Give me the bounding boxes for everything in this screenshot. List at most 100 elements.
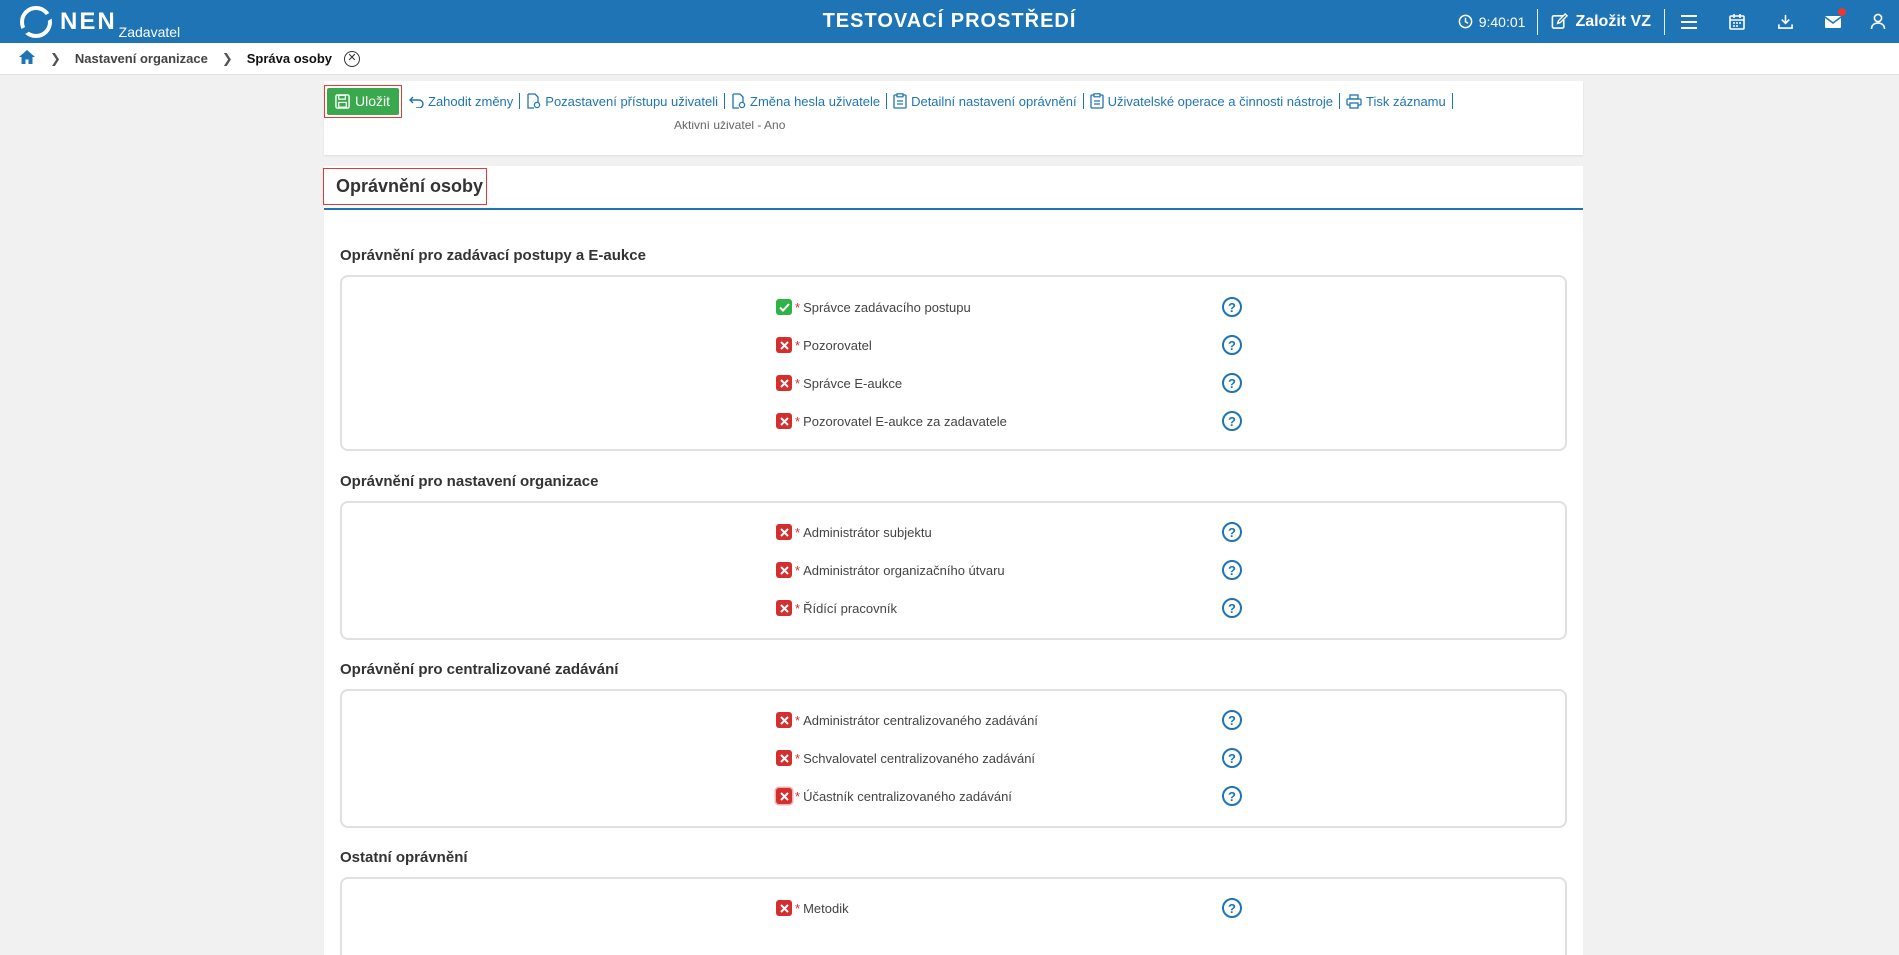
- permission-label: * Administrátor centralizovaného zadávání: [795, 713, 1038, 728]
- required-marker: *: [795, 713, 801, 728]
- user-button[interactable]: [1857, 0, 1899, 43]
- breadcrumb-item-organization-settings[interactable]: Nastavení organizace: [75, 51, 208, 66]
- detailed-permissions-link[interactable]: Detailní nastavení oprávnění: [887, 93, 1083, 109]
- required-marker: *: [795, 414, 801, 429]
- help-icon[interactable]: ?: [1222, 335, 1242, 355]
- permission-row: * Schvalovatel centralizovaného zadávání …: [342, 748, 1565, 768]
- permission-group-other: * Metodik ?: [340, 877, 1567, 955]
- required-marker: *: [795, 601, 801, 616]
- help-icon[interactable]: ?: [1222, 560, 1242, 580]
- help-icon[interactable]: ?: [1222, 898, 1242, 918]
- floppy-disk-icon: [335, 93, 350, 109]
- denied-cross-icon[interactable]: [776, 788, 792, 804]
- permission-row: * Správce zadávacího postupu ?: [342, 297, 1565, 317]
- section-title-other: Ostatní oprávnění: [340, 849, 468, 866]
- permission-label: * Administrátor organizačního útvaru: [795, 563, 1005, 578]
- section-title-centralized: Oprávnění pro centralizované zadávání: [340, 661, 619, 678]
- breadcrumb-current: Správa osoby: [246, 51, 333, 66]
- document-settings-icon: [732, 93, 746, 109]
- permission-row: * Řídící pracovník ?: [342, 598, 1565, 618]
- denied-cross-icon[interactable]: [776, 562, 792, 578]
- save-button-highlight: Uložit: [324, 84, 403, 118]
- help-icon[interactable]: ?: [1222, 373, 1242, 393]
- denied-cross-icon[interactable]: [776, 524, 792, 540]
- permission-label: * Řídící pracovník: [795, 601, 897, 616]
- menu-icon: [1681, 14, 1697, 29]
- save-button[interactable]: Uložit: [327, 87, 400, 115]
- home-icon: [19, 50, 35, 64]
- permission-label: * Metodik: [795, 901, 849, 916]
- suspend-access-link[interactable]: Pozastavení přístupu uživateli: [520, 93, 724, 109]
- permission-group-centralized: * Administrátor centralizovaného zadávání…: [340, 689, 1567, 828]
- required-marker: *: [795, 376, 801, 391]
- panel-header: Oprávnění osoby: [323, 166, 1583, 210]
- denied-cross-icon[interactable]: [776, 900, 792, 916]
- permission-row: * Účastník centralizovaného zadávání ?: [342, 786, 1565, 806]
- breadcrumb: ❯ Nastavení organizace ❯ Správa osoby ✕: [0, 43, 1899, 75]
- permission-label: * Správce E-aukce: [795, 376, 903, 391]
- close-tab-icon[interactable]: ✕: [344, 50, 361, 67]
- menu-button[interactable]: [1665, 0, 1713, 43]
- download-icon: [1777, 14, 1793, 29]
- clipboard-icon: [1089, 93, 1104, 109]
- chevron-right-icon: ❯: [50, 50, 61, 66]
- permissions-panel: Oprávnění osoby Oprávnění pro zadávací p…: [323, 166, 1583, 955]
- create-vz-label: Založit VZ: [1575, 12, 1651, 30]
- download-button[interactable]: [1761, 0, 1809, 43]
- clipboard-icon: [893, 93, 907, 109]
- logo-ring-icon: [20, 6, 52, 38]
- user-icon: [1870, 13, 1886, 30]
- messages-button[interactable]: [1809, 0, 1857, 43]
- denied-cross-icon[interactable]: [776, 712, 792, 728]
- home-button[interactable]: [18, 49, 36, 68]
- required-marker: *: [795, 338, 801, 353]
- denied-cross-icon[interactable]: [776, 337, 792, 353]
- nen-logo[interactable]: NEN Zadavatel: [20, 4, 180, 40]
- help-icon[interactable]: ?: [1222, 710, 1242, 730]
- print-record-link[interactable]: Tisk záznamu: [1340, 94, 1452, 109]
- save-button-label: Uložit: [355, 93, 391, 109]
- denied-cross-icon[interactable]: [776, 600, 792, 616]
- required-marker: *: [795, 751, 801, 766]
- user-operations-label: Uživatelské operace a činnosti nástroje: [1107, 93, 1334, 109]
- permission-row: * Administrátor centralizovaného zadávání…: [342, 710, 1565, 730]
- help-icon[interactable]: ?: [1222, 522, 1242, 542]
- edit-icon: [1552, 13, 1569, 29]
- help-icon[interactable]: ?: [1222, 786, 1242, 806]
- permission-row: * Metodik ?: [342, 898, 1565, 918]
- permission-label: * Účastník centralizovaného zadávání: [795, 789, 1012, 804]
- granted-check-icon[interactable]: [776, 299, 792, 315]
- help-icon[interactable]: ?: [1222, 748, 1242, 768]
- create-vz-button[interactable]: Založit VZ: [1538, 13, 1664, 31]
- permission-group-organization: * Administrátor subjektu ? * Administrátor…: [340, 501, 1567, 640]
- denied-cross-icon[interactable]: [776, 375, 792, 391]
- help-icon[interactable]: ?: [1222, 411, 1242, 431]
- permission-row: * Administrátor organizačního útvaru ?: [342, 560, 1565, 580]
- denied-cross-icon[interactable]: [776, 413, 792, 429]
- section-title-organization: Oprávnění pro nastavení organizace: [340, 473, 599, 490]
- help-icon[interactable]: ?: [1222, 297, 1242, 317]
- chevron-right-icon: ❯: [221, 50, 233, 66]
- discard-changes-link[interactable]: Zahodit změny: [402, 94, 519, 109]
- user-operations-link[interactable]: Uživatelské operace a činnosti nástroje: [1084, 93, 1339, 109]
- clock-time: 9:40:01: [1478, 13, 1526, 30]
- clock-icon: [1458, 14, 1473, 29]
- required-marker: *: [795, 901, 801, 916]
- print-record-label: Tisk záznamu: [1366, 93, 1446, 109]
- calendar-button[interactable]: [1713, 0, 1761, 43]
- panel-title: Oprávnění osoby: [323, 168, 488, 205]
- permission-label: * Pozorovatel: [795, 338, 872, 353]
- permission-row: * Pozorovatel ?: [342, 335, 1565, 355]
- permission-label: * Správce zadávacího postupu: [795, 300, 971, 315]
- permission-row: * Pozorovatel E-aukce za zadavatele ?: [342, 411, 1565, 431]
- active-user-field: Aktivní uživatel - Ano: [674, 121, 786, 132]
- detailed-permissions-label: Detailní nastavení oprávnění: [911, 93, 1077, 109]
- denied-cross-icon[interactable]: [776, 750, 792, 766]
- help-icon[interactable]: ?: [1222, 598, 1242, 618]
- discard-changes-label: Zahodit změny: [428, 93, 514, 109]
- change-password-link[interactable]: Změna hesla uživatele: [725, 93, 886, 109]
- required-marker: *: [795, 525, 801, 540]
- action-toolbar: Uložit Zahodit změny Pozastavení přístup…: [324, 81, 1583, 121]
- permission-row: * Správce E-aukce ?: [342, 373, 1565, 393]
- toolbar-divider: [1451, 93, 1453, 109]
